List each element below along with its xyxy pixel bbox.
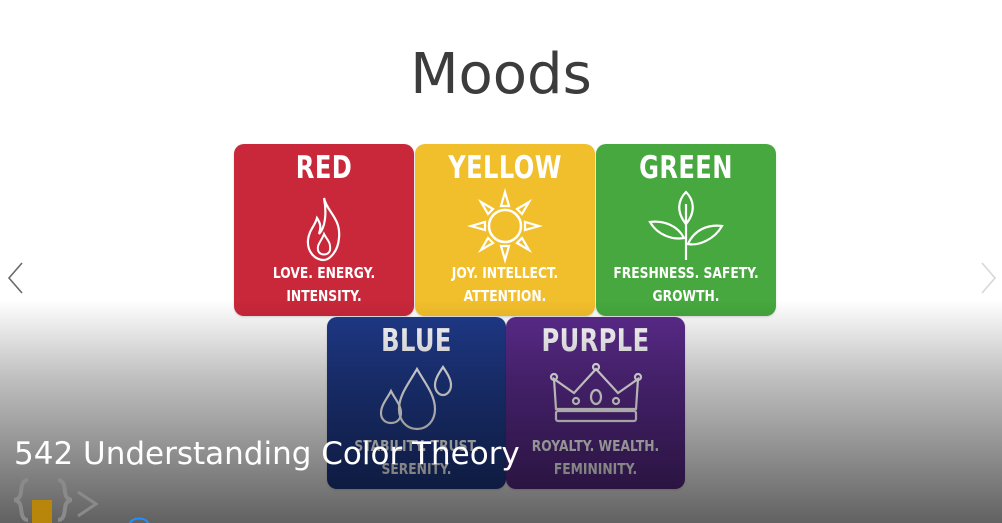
tile-yellow: YELLOW JOY. INTELLECT. ATTENTION. [415, 144, 595, 316]
slide-title: Moods [410, 42, 592, 107]
tile-yellow-name: YELLOW [448, 150, 562, 186]
tile-purple-name: PURPLE [541, 323, 650, 359]
tile-blue-name: BLUE [381, 323, 452, 359]
tile-red-desc-line1: LOVE. ENERGY. [272, 264, 376, 282]
tile-yellow-desc: JOY. INTELLECT. ATTENTION. [431, 262, 579, 308]
tile-green-name: GREEN [639, 150, 733, 186]
crown-icon [549, 363, 642, 423]
chevron-right-icon[interactable] [976, 260, 1000, 296]
flame-icon [306, 197, 341, 262]
tile-purple-desc-line1: ROYALTY. WEALTH. [531, 437, 660, 455]
leaves-icon [648, 190, 724, 260]
tile-green-desc-line2: GROWTH. [652, 287, 720, 305]
water-drops-icon [379, 365, 452, 431]
tile-purple-desc-line2: FEMININITY. [553, 460, 638, 478]
video-title[interactable]: 542 Understanding Color Theory [14, 436, 520, 472]
chevron-left-icon[interactable] [4, 260, 28, 296]
tile-red-desc: LOVE. ENERGY. INTENSITY. [250, 262, 398, 308]
badge-icon [129, 517, 149, 523]
tile-purple: PURPLE ROYALTY. WEALTH. FEMININITY. [506, 317, 685, 489]
tile-green-desc: FRESHNESS. SAFETY. GROWTH. [612, 262, 760, 308]
tile-yellow-desc-line2: ATTENTION. [463, 287, 547, 305]
tile-red-name: RED [295, 150, 353, 186]
tile-green-desc-line1: FRESHNESS. SAFETY. [613, 264, 759, 282]
sun-icon [467, 188, 543, 264]
tile-purple-desc: ROYALTY. WEALTH. FEMININITY. [522, 435, 669, 481]
tile-red-desc-line2: INTENSITY. [286, 287, 362, 305]
code-braces-logo-icon [14, 478, 99, 523]
tile-red: RED LOVE. ENERGY. INTENSITY. [234, 144, 414, 316]
tile-green: GREEN FRESHNESS. SAFETY. GROWTH. [596, 144, 776, 316]
tile-yellow-desc-line1: JOY. INTELLECT. [451, 264, 559, 282]
